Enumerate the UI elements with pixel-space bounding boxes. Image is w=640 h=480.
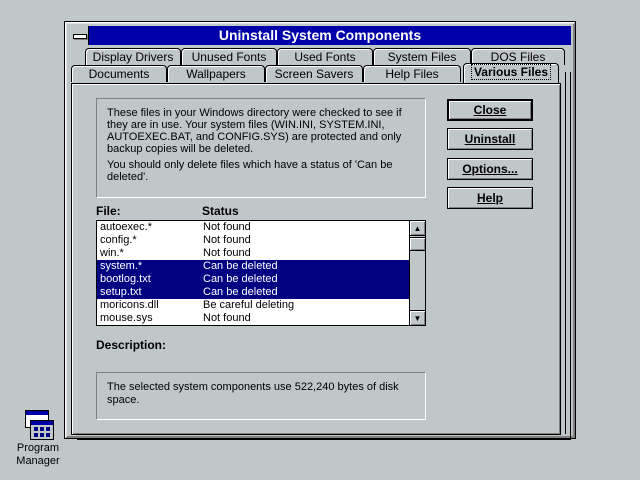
options-button[interactable]: Options... — [447, 158, 533, 180]
scroll-thumb[interactable] — [410, 237, 425, 251]
info-box: These files in your Windows directory we… — [96, 98, 426, 198]
title-bar[interactable]: Uninstall System Components — [69, 26, 571, 45]
file-name: bootlog.txt — [100, 273, 151, 285]
scroll-down-button[interactable]: ▼ — [410, 310, 425, 325]
list-item[interactable]: moricons.dll Be careful deleting — [97, 299, 409, 312]
tab-wallpapers[interactable]: Wallpapers — [167, 65, 265, 82]
tab-documents[interactable]: Documents — [71, 65, 167, 82]
summary-box: The selected system components use 522,2… — [96, 372, 426, 420]
info-paragraph-2: You should only delete files which have … — [107, 159, 393, 183]
file-status: Not found — [203, 221, 251, 233]
list-item[interactable]: config.* Not found — [97, 234, 409, 247]
program-manager-icon — [22, 408, 54, 440]
status-column-header: Status — [202, 204, 239, 218]
file-status: Can be deleted — [203, 273, 278, 285]
tab-system-files[interactable]: System Files — [373, 48, 471, 65]
file-status: Not found — [203, 312, 251, 324]
info-paragraph-1: These files in your Windows directory we… — [107, 107, 402, 155]
file-status: Can be deleted — [203, 286, 278, 298]
list-scrollbar[interactable]: ▲ ▼ — [409, 221, 425, 325]
close-button[interactable]: Close — [447, 99, 533, 121]
uninstall-dialog: Uninstall System Components Display Driv… — [64, 21, 576, 440]
file-name: system.* — [100, 260, 143, 272]
file-name: mouse.sys — [100, 312, 153, 324]
list-item[interactable]: system.* Can be deleted — [97, 260, 409, 273]
file-status: Not found — [203, 234, 251, 246]
tab-screen-savers[interactable]: Screen Savers — [265, 65, 363, 82]
files-listbox[interactable]: autoexec.* Not found config.* Not found win.… — [96, 220, 426, 326]
file-name: autoexec.* — [100, 221, 152, 233]
list-item[interactable]: autoexec.* Not found — [97, 221, 409, 234]
window-title: Uninstall System Components — [218, 27, 422, 43]
file-column-header: File: — [96, 204, 121, 218]
program-manager-desktop-icon[interactable]: Program Manager — [10, 408, 66, 468]
scroll-up-button[interactable]: ▲ — [410, 221, 425, 236]
list-item[interactable]: win.* Not found — [97, 247, 409, 260]
file-name: win.* — [100, 247, 124, 259]
tab-help-files[interactable]: Help Files — [363, 65, 461, 82]
list-item[interactable]: setup.txt Can be deleted — [97, 286, 409, 299]
file-name: config.* — [100, 234, 137, 246]
help-button[interactable]: Help — [447, 187, 533, 209]
tab-display-drivers[interactable]: Display Drivers — [85, 48, 181, 65]
various-files-panel: These files in your Windows directory we… — [71, 83, 561, 435]
tab-unused-fonts[interactable]: Unused Fonts — [181, 48, 277, 65]
list-item[interactable]: mouse.sys Not found — [97, 312, 409, 325]
file-status: Can be deleted — [203, 260, 278, 272]
program-manager-label: Program Manager — [16, 442, 60, 467]
system-menu-icon — [73, 34, 87, 39]
summary-text: The selected system components use 522,2… — [107, 381, 399, 406]
list-item[interactable]: bootlog.txt Can be deleted — [97, 273, 409, 286]
file-name: moricons.dll — [100, 299, 159, 311]
tab-various-files[interactable]: Various Files — [463, 63, 559, 83]
system-menu-button[interactable] — [69, 26, 89, 45]
tab-stack-edge — [565, 72, 571, 434]
description-label: Description: — [96, 338, 167, 352]
uninstall-button[interactable]: Uninstall — [447, 128, 533, 150]
file-name: setup.txt — [100, 286, 142, 298]
file-status: Not found — [203, 247, 251, 259]
file-status: Be careful deleting — [203, 299, 295, 311]
tab-used-fonts[interactable]: Used Fonts — [277, 48, 373, 65]
